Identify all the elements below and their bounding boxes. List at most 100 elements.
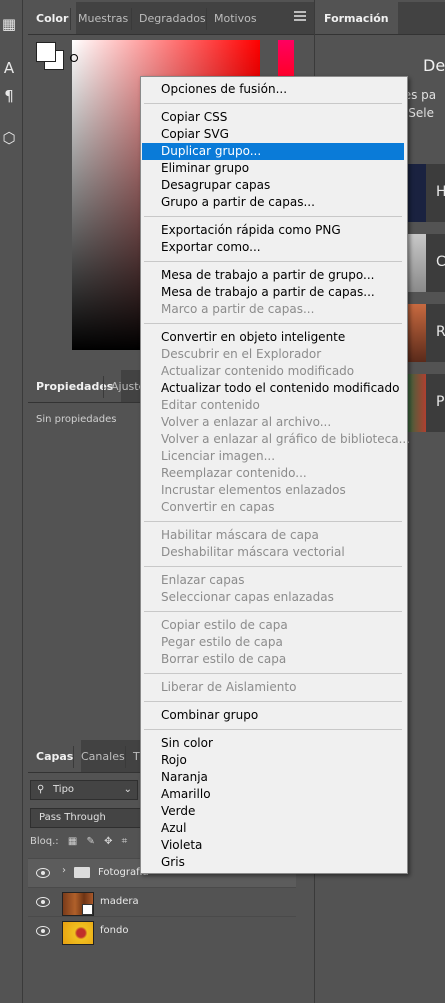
menu-item: Seleccionar capas enlazadas — [161, 590, 334, 604]
menu-item: Deshabilitar máscara vectorial — [161, 545, 345, 559]
menu-separator — [144, 521, 402, 522]
menu-item: Volver a enlazar al archivo... — [161, 415, 332, 429]
color-picker-marker[interactable] — [70, 54, 78, 62]
menu-separator — [144, 323, 402, 324]
tab-muestras[interactable]: Muestras — [70, 2, 136, 34]
menu-item: Borrar estilo de capa — [161, 652, 287, 666]
search-icon: ⚲ — [37, 784, 45, 795]
menu-item[interactable]: Desagrupar capas — [142, 177, 404, 194]
learn-tabbar: Formación — [315, 2, 445, 35]
lock-artboard-icon[interactable]: ⌗ — [122, 836, 128, 847]
menu-item: Pegar estilo de capa — [161, 635, 283, 649]
layer-row-madera[interactable]: madera — [28, 887, 296, 917]
lock-label: Bloq.: — [30, 836, 59, 847]
menu-item[interactable]: Exportar como... — [142, 239, 404, 256]
menu-separator — [144, 729, 402, 730]
menu-item[interactable]: Convertir en objeto inteligente — [142, 329, 404, 346]
chevron-right-icon[interactable]: › — [62, 865, 66, 876]
blend-mode-value: Pass Through — [39, 812, 106, 823]
menu-item[interactable]: Combinar grupo — [142, 707, 404, 724]
panel-menu-icon[interactable] — [294, 11, 306, 21]
card-title: C — [436, 254, 445, 270]
menu-item: Copiar estilo de capa — [161, 618, 288, 632]
menu-item[interactable]: Duplicar grupo... — [142, 143, 404, 160]
card-thumbnail — [406, 234, 426, 292]
learn-card-4[interactable]: P — [406, 374, 445, 432]
menu-item[interactable]: Eliminar grupo — [142, 160, 404, 177]
menu-item: Marco a partir de capas... — [161, 302, 315, 316]
folder-icon — [74, 867, 90, 878]
tab-degradados[interactable]: Degradados — [131, 2, 214, 34]
menu-item[interactable]: Amarillo — [142, 786, 404, 803]
menu-item: Licenciar imagen... — [161, 449, 276, 463]
lock-move-icon[interactable]: ✥ — [104, 836, 112, 847]
menu-item[interactable]: Exportación rápida como PNG — [142, 222, 404, 239]
menu-item[interactable]: Naranja — [142, 769, 404, 786]
menu-item[interactable]: Mesa de trabajo a partir de grupo... — [142, 267, 404, 284]
menu-item: Actualizar contenido modificado — [161, 364, 355, 378]
layer-context-menu: Opciones de fusión... Copiar CSS Copiar SV… — [140, 76, 410, 874]
card-thumbnail — [406, 374, 426, 432]
properties-empty-text: Sin propiedades — [36, 414, 117, 425]
tool-strip: ▦ A ¶ ⬡ — [0, 0, 23, 1003]
visibility-eye-icon[interactable] — [36, 868, 50, 878]
menu-item[interactable]: Copiar SVG — [142, 126, 404, 143]
type-tool-icon[interactable]: A — [0, 58, 18, 78]
card-thumbnail — [406, 164, 426, 222]
learn-title: Des — [423, 56, 445, 75]
lock-transparency-icon[interactable]: ▦ — [68, 836, 77, 847]
learn-card-1[interactable]: H — [406, 164, 445, 222]
menu-separator — [144, 216, 402, 217]
layer-name: fondo — [100, 925, 129, 936]
menu-item[interactable]: Grupo a partir de capas... — [142, 194, 404, 211]
tab-motivos[interactable]: Motivos — [206, 2, 265, 34]
menu-separator — [144, 701, 402, 702]
foreground-color-swatch[interactable] — [36, 42, 56, 62]
chevron-down-icon: ⌄ — [123, 784, 132, 795]
tab-formacion[interactable]: Formación — [315, 2, 398, 34]
learn-card-2[interactable]: C — [406, 234, 445, 292]
card-title: H — [436, 184, 445, 200]
menu-item: Habilitar máscara de capa — [161, 528, 319, 542]
menu-separator — [144, 103, 402, 104]
menu-item[interactable]: Mesa de trabajo a partir de capas... — [142, 284, 404, 301]
paragraph-icon[interactable]: ¶ — [0, 86, 18, 106]
layer-row-fondo[interactable]: fondo — [28, 916, 296, 946]
menu-item[interactable]: Copiar CSS — [142, 109, 404, 126]
menu-separator — [144, 673, 402, 674]
menu-item: Convertir en capas — [161, 500, 275, 514]
menu-item[interactable]: Opciones de fusión... — [142, 81, 404, 98]
3d-cube-icon[interactable]: ⬡ — [0, 128, 18, 148]
menu-item: Reemplazar contenido... — [161, 466, 307, 480]
visibility-eye-icon[interactable] — [36, 926, 50, 936]
menu-item[interactable]: Azul — [142, 820, 404, 837]
artboard-tool-icon[interactable]: ▦ — [0, 14, 18, 34]
menu-item[interactable]: Verde — [142, 803, 404, 820]
menu-item[interactable]: Violeta — [142, 837, 404, 854]
blend-mode-select[interactable]: Pass Through — [30, 808, 142, 828]
menu-separator — [144, 261, 402, 262]
card-title: P — [436, 394, 445, 410]
menu-separator — [144, 566, 402, 567]
menu-item[interactable]: Actualizar todo el contenido modificado — [142, 380, 404, 397]
menu-item[interactable]: Gris — [142, 854, 404, 871]
menu-item: Liberar de Aislamiento — [161, 680, 297, 694]
menu-item[interactable]: Sin color — [142, 735, 404, 752]
layer-filter-select[interactable]: ⚲ Tipo ⌄ — [30, 780, 138, 800]
tab-canales[interactable]: Canales — [73, 740, 133, 772]
color-tabbar: Color Muestras Degradados Motivos — [28, 2, 314, 35]
menu-item: Incrustar elementos enlazados — [161, 483, 346, 497]
card-title: R — [436, 324, 445, 340]
menu-separator — [144, 611, 402, 612]
visibility-eye-icon[interactable] — [36, 897, 50, 907]
layer-name: madera — [100, 896, 139, 907]
menu-item: Enlazar capas — [161, 573, 245, 587]
menu-item: Editar contenido — [161, 398, 260, 412]
card-thumbnail — [406, 304, 426, 362]
filter-label: Tipo — [53, 784, 75, 795]
menu-item: Descubrir en el Explorador — [161, 347, 322, 361]
menu-item[interactable]: Rojo — [142, 752, 404, 769]
learn-card-3[interactable]: R — [406, 304, 445, 362]
lock-row: Bloq.: ▦ ✎ ✥ ⌗ — [30, 836, 127, 847]
lock-brush-icon[interactable]: ✎ — [86, 836, 94, 847]
